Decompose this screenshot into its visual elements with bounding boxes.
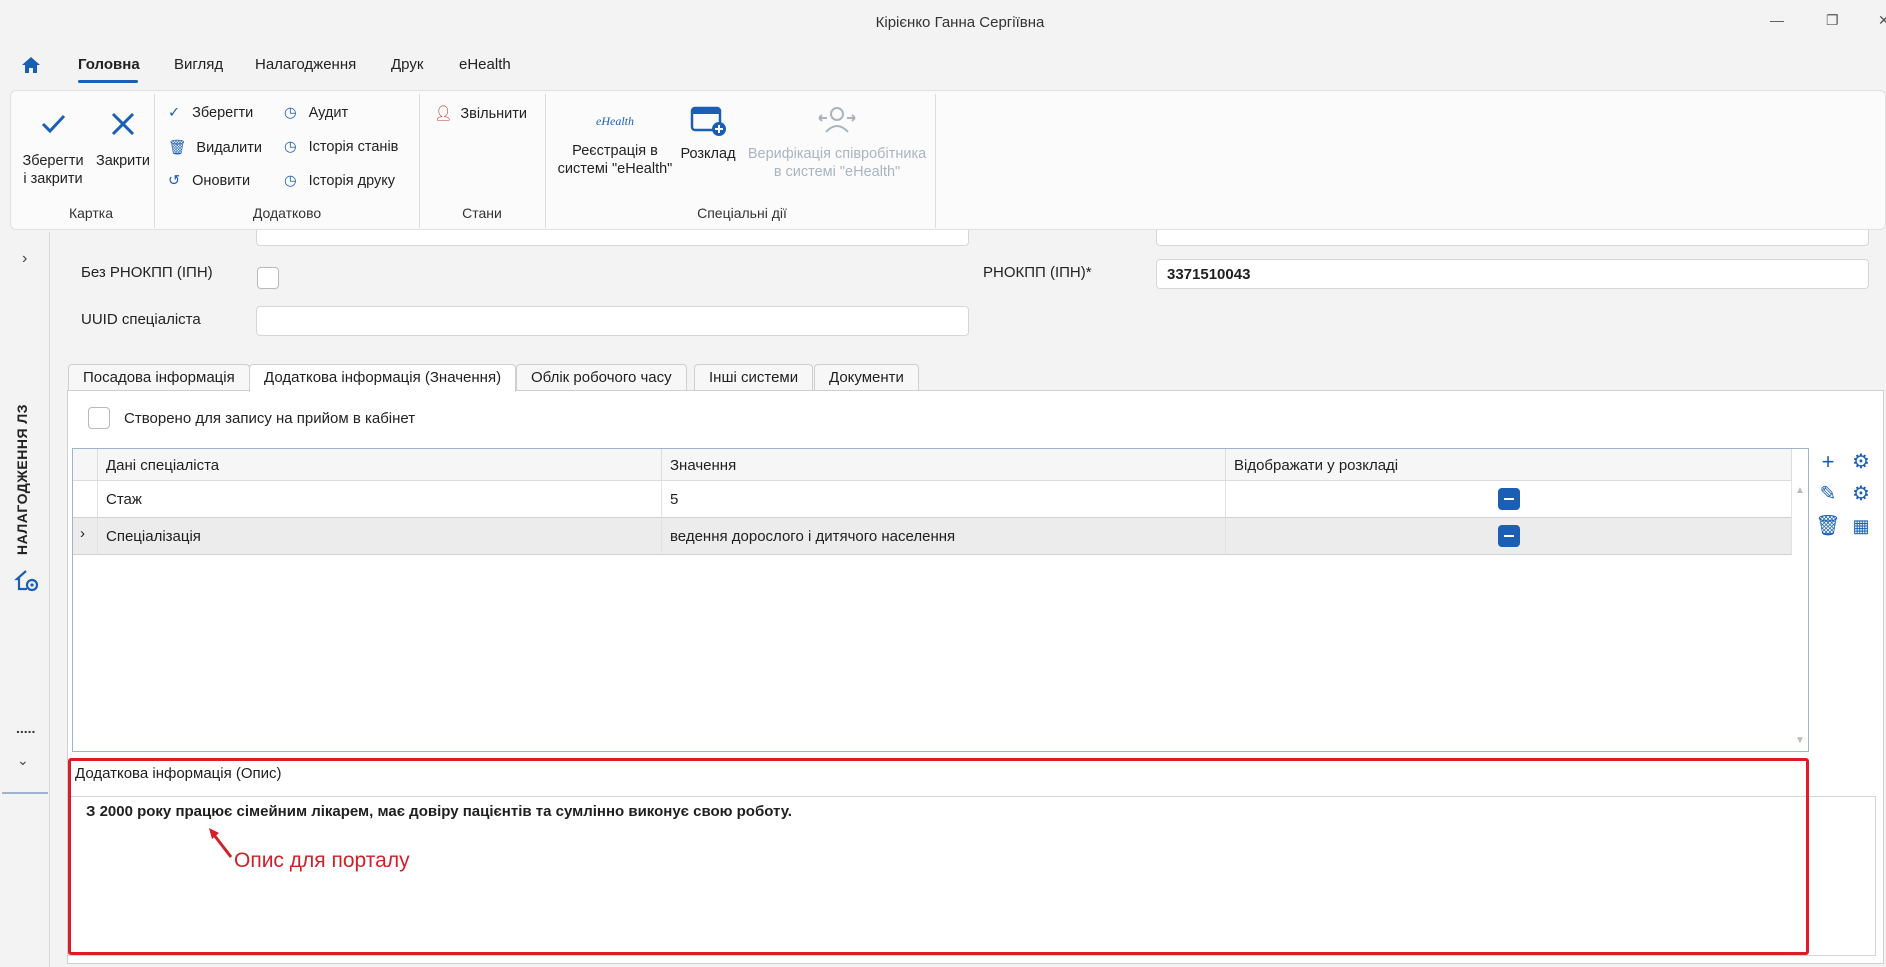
no-rnokpp-checkbox[interactable] xyxy=(257,267,279,289)
tab-additional-values[interactable]: Додаткова інформація (Значення) xyxy=(249,364,517,392)
home-settings-icon[interactable] xyxy=(14,568,40,594)
clock-icon: ◷ xyxy=(284,139,297,155)
group-card-label: Картка xyxy=(68,205,114,221)
gear-icon[interactable]: ⚙ xyxy=(1848,449,1874,475)
print-history-button[interactable]: ◷ Історія друку xyxy=(284,173,395,189)
save-button[interactable]: ✓ Зберегти xyxy=(168,105,253,121)
scroll-down-arrow[interactable]: ▼ xyxy=(1795,735,1805,746)
chevron-down-icon[interactable]: ⌄ xyxy=(17,752,29,769)
cell-value: ведення дорослого і дитячого населення xyxy=(662,518,1226,555)
row-selector[interactable] xyxy=(73,481,98,518)
annotation-arrow-icon xyxy=(209,828,233,858)
schedule-button[interactable]: Розклад xyxy=(676,104,740,163)
gear-off-icon[interactable]: ⚙ xyxy=(1848,481,1874,507)
scroll-indicator xyxy=(2,792,48,794)
grid-header-value[interactable]: Значення xyxy=(662,449,1226,481)
grid-header-selector xyxy=(73,449,98,481)
left-sidebar: › ..... ⌄ xyxy=(0,232,50,967)
clock-icon: ◷ xyxy=(284,105,297,121)
scroll-up-arrow[interactable]: ▲ xyxy=(1795,485,1805,496)
trash-icon: 🗑︎ xyxy=(168,140,187,156)
menu-bar: Головна Вигляд Налагодження Друк eHealth xyxy=(0,46,1886,86)
description-text: З 2000 року працює сімейним лікарем, має… xyxy=(86,803,792,820)
ribbon-separator xyxy=(419,94,420,228)
close-window-button[interactable]: ✕ xyxy=(1878,12,1886,29)
ribbon-separator xyxy=(154,94,155,228)
refresh-button[interactable]: ↺ Оновити xyxy=(168,173,250,189)
tab-position-info[interactable]: Посадова інформація xyxy=(68,364,250,390)
collapse-toggle[interactable] xyxy=(1498,488,1520,510)
cell-name: Стаж xyxy=(98,481,662,518)
dismiss-button[interactable]: 👤︎ Звільнити xyxy=(434,105,527,122)
audit-button[interactable]: ◷ Аудит xyxy=(284,105,348,121)
verify-person-icon xyxy=(818,107,856,133)
more-dots[interactable]: ..... xyxy=(16,720,35,736)
annotation-label: Опис для порталу xyxy=(234,849,410,872)
home-icon[interactable] xyxy=(20,55,42,75)
cell-show-in-schedule xyxy=(1226,518,1792,555)
rnokpp-label: РНОКПП (ІПН)* xyxy=(983,264,1092,281)
verify-ehealth-button[interactable]: Верифікація співробітника в системі "eHe… xyxy=(742,104,932,181)
calendar-add-icon xyxy=(690,106,726,136)
excel-export-icon[interactable]: ▦ xyxy=(1848,513,1874,539)
menu-print[interactable]: Друк xyxy=(391,56,423,73)
created-for-cabinet-label: Створено для запису на прийом в кабінет xyxy=(124,410,416,427)
prev-field-input-right[interactable] xyxy=(1156,230,1869,246)
menu-ehealth[interactable]: eHealth xyxy=(459,56,511,73)
sidebar-vertical-label: НАЛАГОДЖЕННЯ ЛЗ xyxy=(14,403,30,555)
group-special-label: Спеціальні дії xyxy=(697,205,787,221)
trash-icon[interactable]: 🗑︎ xyxy=(1815,513,1841,539)
prev-field-input[interactable] xyxy=(256,230,969,246)
tab-work-time[interactable]: Облік робочого часу xyxy=(516,364,687,390)
person-dismiss-icon: 👤︎ xyxy=(434,106,453,122)
checkmark-icon xyxy=(41,114,66,134)
description-textarea[interactable] xyxy=(68,796,1876,956)
cell-name: Спеціалізація xyxy=(98,518,662,555)
edit-icon[interactable]: ✎ xyxy=(1815,481,1841,507)
grid-header-name[interactable]: Дані спеціаліста xyxy=(98,449,662,481)
tab-other-systems[interactable]: Інші системи xyxy=(694,364,814,390)
ehealth-register-button[interactable]: eHealth Реєстрація в системі "eHealth" xyxy=(552,108,678,178)
menu-view[interactable]: Вигляд xyxy=(174,56,223,73)
minimize-button[interactable]: — xyxy=(1770,12,1784,28)
check-small-icon: ✓ xyxy=(168,105,181,121)
save-close-button[interactable]: Зберегти і закрити xyxy=(19,109,87,188)
group-states-label: Стани xyxy=(462,205,502,221)
uuid-input[interactable] xyxy=(256,306,969,336)
specialist-data-grid: Дані спеціаліста Значення Відображати у … xyxy=(72,448,1809,752)
state-history-button[interactable]: ◷ Історія станів xyxy=(284,139,398,155)
close-icon xyxy=(111,112,135,136)
chevron-right-icon[interactable]: › xyxy=(22,250,27,268)
tab-documents[interactable]: Документи xyxy=(814,364,919,390)
ribbon-separator xyxy=(545,94,546,228)
window-title: Кірієнко Ганна Сергіївна xyxy=(875,14,1045,31)
created-for-cabinet-checkbox[interactable] xyxy=(88,407,110,429)
add-icon[interactable]: + xyxy=(1815,449,1841,475)
collapse-toggle[interactable] xyxy=(1498,525,1520,547)
restore-button[interactable]: ❐ xyxy=(1826,12,1839,29)
cell-value: 5 xyxy=(662,481,1226,518)
title-bar: Кірієнко Ганна Сергіївна — ❐ ✕ xyxy=(0,0,1886,46)
rnokpp-input[interactable]: 3371510043 xyxy=(1156,259,1869,289)
refresh-icon: ↺ xyxy=(168,173,181,189)
close-button[interactable]: Закрити xyxy=(91,109,155,170)
delete-button[interactable]: 🗑︎ Видалити xyxy=(168,139,262,156)
row-expand-chevron[interactable]: › xyxy=(73,518,98,555)
uuid-label: UUID спеціаліста xyxy=(81,311,201,328)
cell-show-in-schedule xyxy=(1226,481,1792,518)
ribbon-separator xyxy=(935,94,936,228)
ehealth-logo-icon: eHealth xyxy=(596,114,634,128)
menu-main[interactable]: Головна xyxy=(78,56,140,73)
menu-settings[interactable]: Налагодження xyxy=(255,56,356,73)
clock-icon: ◷ xyxy=(284,173,297,189)
group-extra-label: Додатково xyxy=(252,205,322,221)
no-rnokpp-label: Без РНОКПП (ІПН) xyxy=(81,264,213,281)
grid-header-show-in-schedule[interactable]: Відображати у розкладі xyxy=(1226,449,1792,481)
description-label: Додаткова інформація (Опис) xyxy=(75,765,282,782)
active-menu-underline xyxy=(78,80,138,83)
